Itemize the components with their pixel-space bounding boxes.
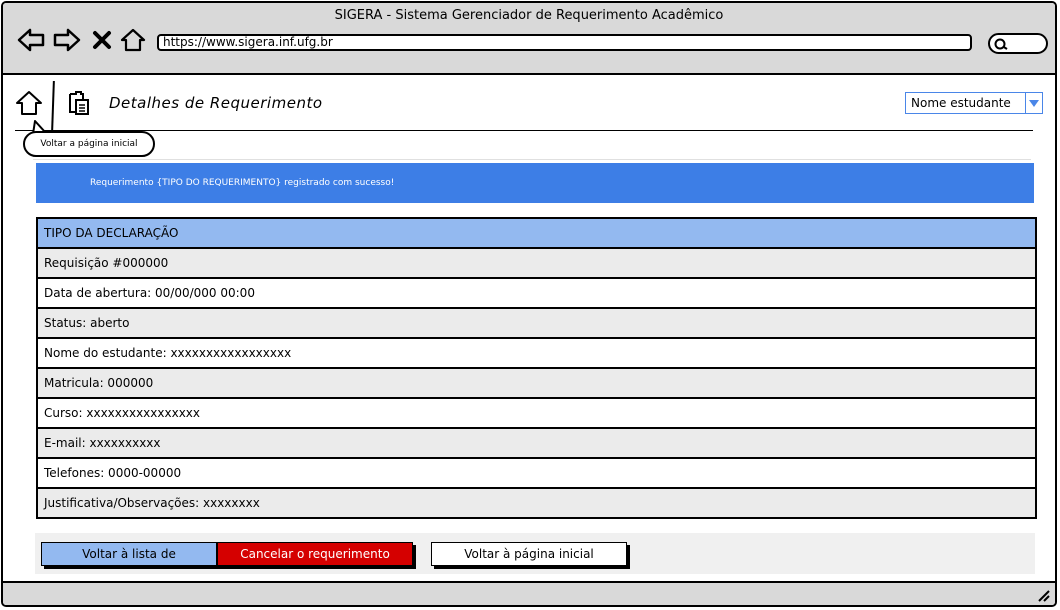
details-row-email: E-mail: xxxxxxxxxx [38,429,1035,459]
close-x-icon[interactable] [91,27,113,53]
success-banner: Requerimento {TIPO DO REQUERIMENTO} regi… [36,163,1034,203]
home-tooltip: Voltar a página inicial [23,131,155,157]
chevron-down-icon[interactable] [1025,93,1042,113]
details-row-phones: Telefones: 0000-00000 [38,459,1035,489]
forward-arrow-icon[interactable] [53,27,81,53]
page-header: Detalhes de Requerimento Nome estudante [3,75,1055,132]
details-row-registration: Matricula: 000000 [38,369,1035,399]
student-select[interactable]: Nome estudante [905,92,1043,114]
search-icon [994,38,1008,50]
details-row-status: Status: aberto [38,309,1035,339]
header-divider [51,80,55,132]
details-row-student-name: Nome do estudante: xxxxxxxxxxxxxxxxx [38,339,1035,369]
clipboard-icon [69,91,89,115]
home-icon[interactable] [120,27,146,53]
details-row-justification: Justificativa/Observações: xxxxxxxx [38,489,1035,517]
details-row-opening-date: Data de abertura: 00/00/000 00:00 [38,279,1035,309]
details-header: TIPO DA DECLARAÇÃO [38,219,1035,249]
browser-search-box[interactable] [988,33,1048,54]
browser-statusbar [3,581,1055,605]
window-title: SIGERA - Sistema Gerenciador de Requerim… [334,8,724,23]
actions-bar: Voltar à lista de Cancelar o requeriment… [35,533,1035,574]
back-to-home-button[interactable]: Voltar à página inicial [431,542,627,566]
address-bar[interactable]: https://www.sigera.inf.ufg.br [157,34,972,51]
home-icon[interactable] [15,89,43,117]
page-title: Detalhes de Requerimento [109,94,323,112]
browser-window: SIGERA - Sistema Gerenciador de Requerim… [1,1,1057,607]
details-table: TIPO DA DECLARAÇÃO Requisição #000000 Da… [36,217,1037,519]
content-divider [33,159,1031,160]
header-underline [15,130,1033,131]
back-to-list-button[interactable]: Voltar à lista de [41,542,217,566]
student-select-value: Nome estudante [911,96,1011,110]
cancel-request-button[interactable]: Cancelar o requerimento [217,542,413,566]
details-row-course: Curso: xxxxxxxxxxxxxxxx [38,399,1035,429]
resize-grip-icon[interactable] [1036,588,1050,602]
back-arrow-icon[interactable] [17,27,45,53]
browser-titlebar: SIGERA - Sistema Gerenciador de Requerim… [3,3,1055,75]
details-row-request-id: Requisição #000000 [38,249,1035,279]
